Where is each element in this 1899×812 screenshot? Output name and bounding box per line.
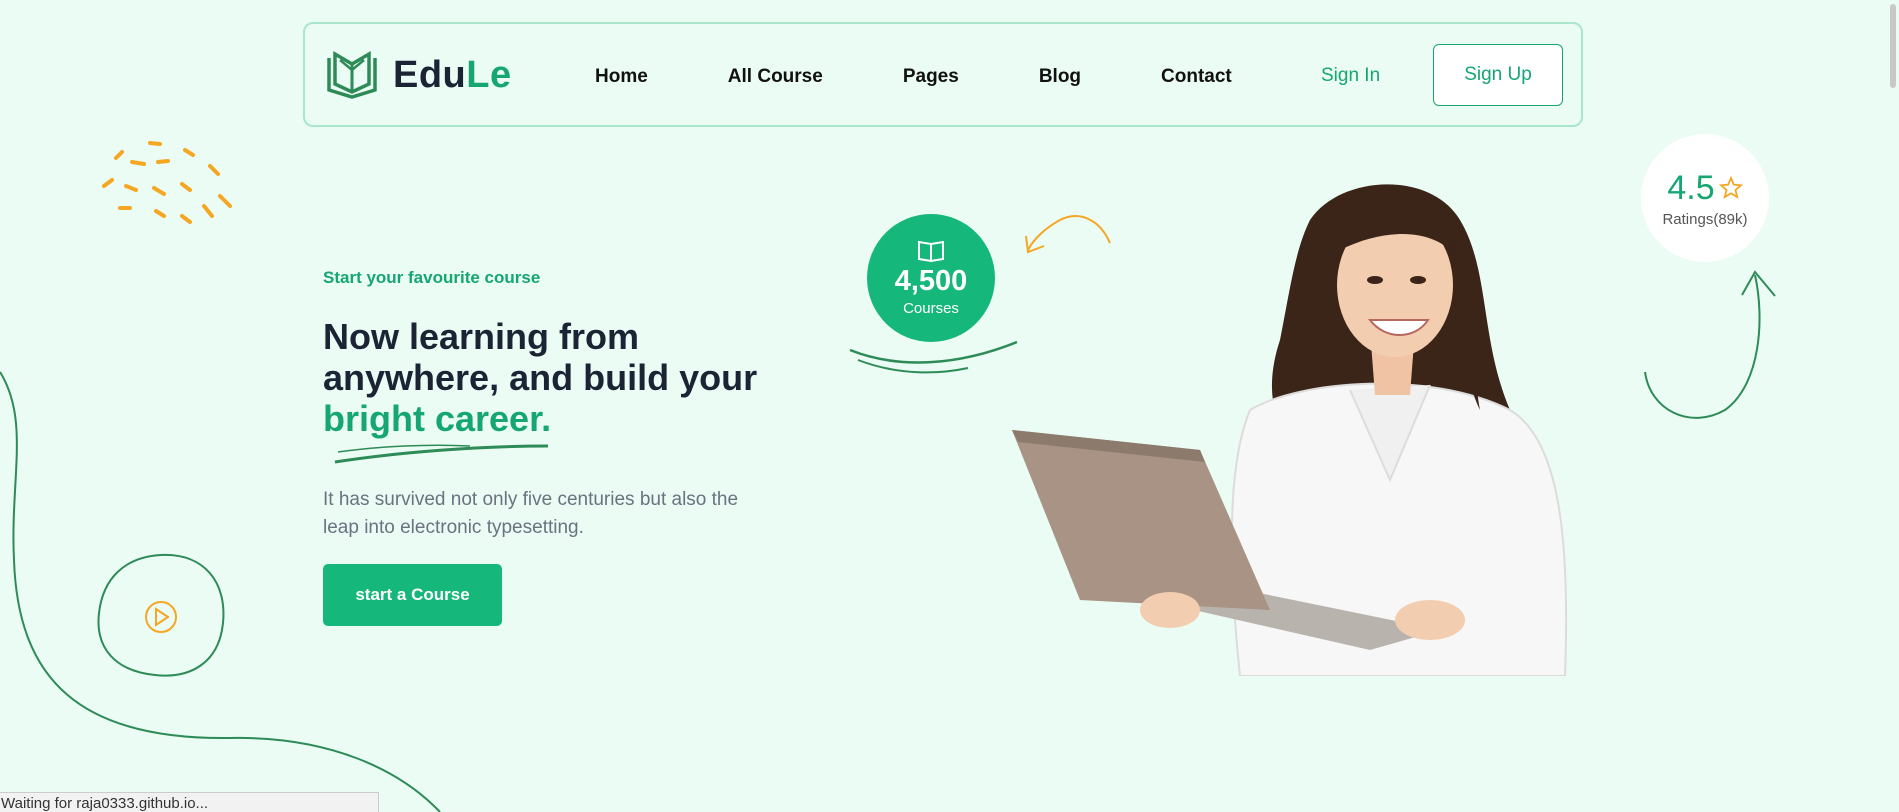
- courses-label: Courses: [903, 300, 959, 317]
- play-icon: [145, 601, 177, 633]
- student-with-laptop-image: [1012, 184, 1568, 676]
- nav-links: Home All Course Pages Blog Contact: [595, 66, 1312, 88]
- open-book-icon: [327, 50, 377, 99]
- rating-label: Ratings(89k): [1662, 210, 1748, 228]
- nav-pages[interactable]: Pages: [903, 66, 959, 88]
- play-video-button[interactable]: [95, 553, 227, 679]
- hero-description: It has survived not only five centuries …: [323, 489, 739, 538]
- scrollbar[interactable]: [1890, 4, 1896, 88]
- brand-name: EduLe: [393, 53, 512, 96]
- courses-count: 4,500: [894, 265, 968, 297]
- start-course-button[interactable]: start a Course: [323, 564, 502, 626]
- courses-badge: 4,500 Courses: [867, 214, 995, 342]
- hero-eyebrow: Start your favourite course: [323, 268, 541, 287]
- headline-line-2: anywhere, and build your: [323, 357, 758, 398]
- nav-contact[interactable]: Contact: [1161, 66, 1232, 88]
- sign-in-link[interactable]: Sign In: [1321, 65, 1380, 87]
- brand-logo[interactable]: EduLe: [325, 50, 512, 100]
- rating-badge: 4.5 Ratings(89k): [1641, 134, 1769, 262]
- nav-home[interactable]: Home: [595, 66, 648, 88]
- nav-all-course[interactable]: All Course: [728, 66, 823, 88]
- book-icon: [918, 240, 944, 263]
- navbar: EduLe Home All Course Pages Blog Contact…: [303, 22, 1583, 127]
- rating-value: 4.5: [1667, 168, 1715, 207]
- hero-headline: Now learning from anywhere, and build yo…: [323, 316, 803, 439]
- headline-line-1: Now learning from: [323, 316, 640, 357]
- star-icon: [1718, 176, 1743, 199]
- headline-highlight: bright career.: [323, 398, 552, 439]
- sign-up-button[interactable]: Sign Up: [1433, 44, 1563, 106]
- nav-blog[interactable]: Blog: [1039, 66, 1081, 88]
- browser-status-bar: Waiting for raja0333.github.io...: [0, 792, 379, 812]
